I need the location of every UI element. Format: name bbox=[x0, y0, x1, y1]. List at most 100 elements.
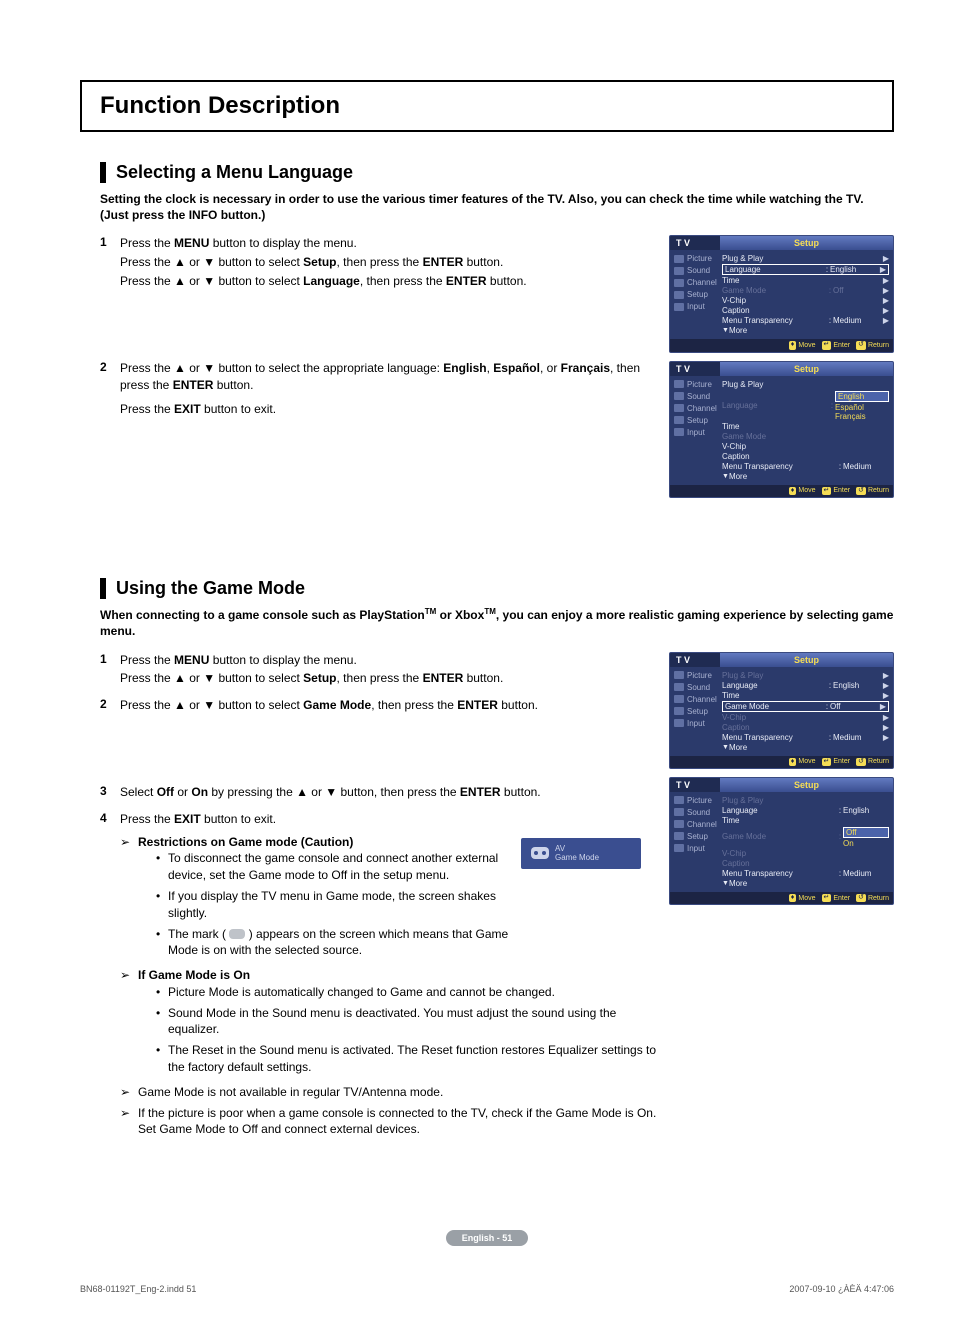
bullet-item: The mark ( ) appears on the screen which… bbox=[156, 926, 521, 960]
step-text: button. bbox=[498, 698, 538, 712]
tv-row: Language bbox=[722, 681, 827, 690]
tv-row: Menu Transparency bbox=[722, 316, 827, 325]
keyword-english: English bbox=[443, 361, 486, 375]
tv-row: Menu Transparency bbox=[722, 869, 837, 878]
tv-label: T V bbox=[670, 778, 720, 792]
tv-row: Time bbox=[722, 816, 889, 825]
section-heading: Using the Game Mode bbox=[100, 578, 894, 599]
tv-row: Time bbox=[722, 276, 879, 285]
step-2: 2 Press the ▲ or ▼ button to select the … bbox=[100, 360, 659, 420]
tv-row: Caption bbox=[722, 723, 879, 732]
step-4: 4 Press the EXIT button to exit. AV Game… bbox=[100, 811, 659, 1143]
bullet-item: The Reset in the Sound menu is activated… bbox=[156, 1042, 659, 1076]
tv-value: Medium bbox=[833, 316, 879, 325]
tv-value: English bbox=[833, 681, 879, 690]
keyword-enter: ENTER bbox=[460, 785, 501, 799]
step-text: Press the bbox=[120, 402, 174, 416]
step-text: Press the ▲ or ▼ button to select bbox=[120, 274, 303, 288]
step-text: button. bbox=[213, 378, 253, 392]
tv-setup-title: Setup bbox=[720, 236, 893, 250]
step-number: 3 bbox=[100, 784, 120, 803]
tv-foot-move: Move bbox=[798, 342, 815, 349]
tv-setup-title: Setup bbox=[720, 653, 893, 667]
trademark: TM bbox=[425, 607, 437, 616]
step-text: Press the ▲ or ▼ button to select bbox=[120, 671, 303, 685]
tv-row: V-Chip bbox=[722, 296, 879, 305]
tv-screenshot: T VSetup Picture Sound Channel Setup Inp… bbox=[669, 235, 894, 352]
step-text: button. bbox=[501, 785, 541, 799]
tv-row: Plug & Play bbox=[722, 254, 879, 263]
tv-option-selected: English bbox=[835, 391, 889, 402]
tv-screenshot: T VSetup Picture Sound Channel Setup Inp… bbox=[669, 361, 894, 498]
pointer-icon: ➢ bbox=[120, 834, 138, 964]
tv-row: Plug & Play bbox=[722, 380, 889, 389]
page-title: Function Description bbox=[80, 80, 894, 132]
tv-foot-return: Return bbox=[868, 487, 889, 494]
tv-row-more: More bbox=[729, 326, 889, 335]
gamepad-icon bbox=[531, 847, 549, 859]
step-text: button. bbox=[463, 671, 503, 685]
step-text: Select bbox=[120, 785, 157, 799]
tv-left-item: Input bbox=[687, 428, 705, 437]
step-text: Press the ▲ or ▼ button to select bbox=[120, 698, 303, 712]
print-file: BN68-01192T_Eng-2.indd 51 bbox=[80, 1284, 196, 1294]
section-heading: Selecting a Menu Language bbox=[100, 162, 894, 183]
tv-footer: ♦Move ↵Enter ↺Return bbox=[670, 339, 893, 351]
pointer-icon: ➢ bbox=[120, 1105, 138, 1139]
keyword-menu: MENU bbox=[174, 653, 209, 667]
tv-foot-enter: Enter bbox=[833, 342, 850, 349]
tv-left-item: Setup bbox=[687, 416, 708, 425]
tv-right-list: Plug & Play▶ Language:English▶ Time▶ Gam… bbox=[720, 252, 893, 335]
keyword-enter: ENTER bbox=[423, 255, 464, 269]
step-number: 2 bbox=[100, 697, 120, 716]
tv-value: English bbox=[843, 806, 889, 815]
tv-left-item: Picture bbox=[687, 380, 712, 389]
keyword-francais: Français bbox=[561, 361, 610, 375]
tv-foot-return: Return bbox=[868, 342, 889, 349]
tv-left-item: Setup bbox=[687, 707, 708, 716]
note-item: If the picture is poor when a game conso… bbox=[138, 1105, 659, 1139]
tv-row: Caption bbox=[722, 306, 879, 315]
tv-value: Medium bbox=[843, 869, 889, 878]
keyword-exit: EXIT bbox=[174, 812, 201, 826]
tv-screenshot-group-1: T VSetup Picture Sound Channel Setup Inp… bbox=[669, 235, 894, 498]
keyword-on: On bbox=[191, 785, 208, 799]
step-text: Press the bbox=[120, 812, 174, 826]
tv-label: T V bbox=[670, 362, 720, 376]
step-text: Press the ▲ or ▼ button to select bbox=[120, 255, 303, 269]
page-footer-badge: English - 51 bbox=[80, 1230, 894, 1244]
step-text: button to exit. bbox=[201, 812, 276, 826]
tv-left-menu: Picture Sound Channel Setup Input bbox=[670, 252, 720, 335]
tv-option: On bbox=[843, 839, 889, 848]
step-number: 1 bbox=[100, 652, 120, 690]
step-1: 1 Press the MENU button to display the m… bbox=[100, 652, 659, 690]
tv-label: T V bbox=[670, 653, 720, 667]
step-text: , then press the bbox=[337, 255, 423, 269]
step-text: button to exit. bbox=[201, 402, 276, 416]
section-intro: When connecting to a game console such a… bbox=[100, 607, 894, 639]
keyword-enter: ENTER bbox=[446, 274, 487, 288]
tv-value: Off bbox=[833, 286, 879, 295]
step-text: , then press the bbox=[371, 698, 457, 712]
tv-left-item: Input bbox=[687, 719, 705, 728]
step-text: by pressing the ▲ or ▼ button, then pres… bbox=[208, 785, 460, 799]
tv-option: Français bbox=[835, 412, 889, 421]
tv-row: Plug & Play bbox=[722, 796, 889, 805]
step-number: 1 bbox=[100, 235, 120, 291]
tv-row: Plug & Play bbox=[722, 671, 879, 680]
step-text: Press the ▲ or ▼ button to select the ap… bbox=[120, 361, 443, 375]
tv-left-item: Input bbox=[687, 302, 705, 311]
tv-value: English bbox=[830, 265, 876, 274]
sub-heading-caution: Restrictions on Game mode (Caution) bbox=[138, 835, 353, 849]
step-2: 2 Press the ▲ or ▼ button to select Game… bbox=[100, 697, 659, 716]
note-item: Game Mode is not available in regular TV… bbox=[138, 1084, 659, 1101]
step-text: or bbox=[174, 785, 191, 799]
step-text: , then press the bbox=[360, 274, 446, 288]
pointer-icon: ➢ bbox=[120, 1084, 138, 1101]
tv-row: Game Mode bbox=[722, 432, 889, 441]
tv-row: Caption bbox=[722, 452, 889, 461]
step-text: , then press the bbox=[337, 671, 423, 685]
print-metadata: BN68-01192T_Eng-2.indd 51 2007-09-10 ¿ÀÈ… bbox=[80, 1284, 894, 1294]
tv-value: Medium bbox=[843, 462, 889, 471]
tv-setup-title: Setup bbox=[720, 362, 893, 376]
